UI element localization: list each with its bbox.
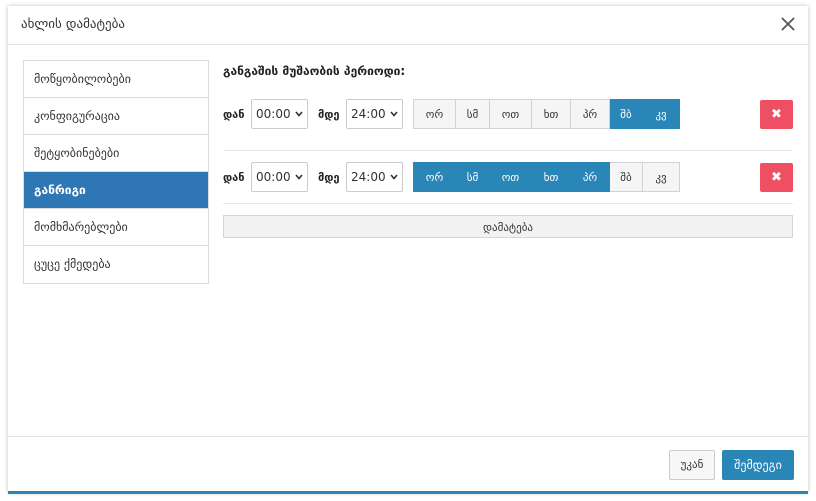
modal-header: ახლის დამატება [8, 6, 808, 45]
from-time-select[interactable]: 00:00 [251, 162, 308, 192]
modal-footer: უკან შემდეგი [8, 436, 808, 494]
sidebar-item-reverse-action[interactable]: ცუცე ქმედება [24, 246, 208, 283]
chevron-down-icon [390, 174, 398, 180]
close-button[interactable] [778, 14, 798, 34]
remove-row-button[interactable]: ✖ [760, 100, 793, 129]
day-toggle-sun[interactable]: კვ [643, 162, 680, 192]
day-toggle-group: ორ სმ ოთ ხთ პრ შბ კვ [413, 162, 680, 192]
section-title: განგაშის მუშაობის პერიოდი: [223, 64, 406, 78]
chevron-down-icon [390, 111, 398, 117]
day-toggle-mon[interactable]: ორ [413, 162, 456, 192]
to-label: მდე [318, 108, 340, 121]
day-toggle-fri[interactable]: პრ [571, 162, 610, 192]
sidebar-item-label: განრიგი [34, 183, 86, 197]
sidebar-menu: მოწყობილობები კონფიგურაცია შეტყობინებები… [23, 60, 209, 284]
chevron-down-icon [295, 174, 303, 180]
sidebar-item-configuration[interactable]: კონფიგურაცია [24, 98, 208, 135]
day-toggle-wed[interactable]: ოთ [490, 99, 532, 129]
day-toggle-tue[interactable]: სმ [456, 162, 490, 192]
from-time-value: 00:00 [256, 107, 291, 121]
sidebar-item-notifications[interactable]: შეტყობინებები [24, 135, 208, 172]
day-toggle-wed[interactable]: ოთ [490, 162, 532, 192]
day-toggle-sat[interactable]: შბ [610, 99, 643, 129]
sidebar-item-label: მოწყობილობები [34, 72, 131, 86]
sidebar-item-label: ცუცე ქმედება [34, 257, 111, 271]
from-label: დან [223, 171, 245, 184]
day-toggle-sat[interactable]: შბ [610, 162, 643, 192]
day-toggle-sun[interactable]: კვ [643, 99, 680, 129]
remove-row-button[interactable]: ✖ [760, 163, 793, 192]
remove-icon: ✖ [771, 170, 782, 185]
remove-icon: ✖ [771, 107, 782, 122]
day-toggle-group: ორ სმ ოთ ხთ პრ შბ კვ [413, 99, 680, 129]
sidebar-item-label: კონფიგურაცია [34, 109, 120, 123]
to-time-value: 24:00 [351, 107, 386, 121]
day-toggle-mon[interactable]: ორ [413, 99, 456, 129]
day-toggle-thu[interactable]: ხთ [532, 99, 571, 129]
sidebar-item-label: შეტყობინებები [34, 146, 120, 160]
close-icon [781, 17, 795, 31]
to-time-value: 24:00 [351, 170, 386, 184]
add-new-modal: ახლის დამატება მოწყობილობები კონფიგურაცი… [8, 6, 808, 494]
to-time-select[interactable]: 24:00 [346, 99, 403, 129]
day-toggle-tue[interactable]: სმ [456, 99, 490, 129]
from-time-value: 00:00 [256, 170, 291, 184]
chevron-down-icon [295, 111, 303, 117]
to-label: მდე [318, 171, 340, 184]
back-button[interactable]: უკან [669, 450, 715, 480]
schedule-row: დან 00:00 მდე 24:00 ორ სმ ოთ ხთ პრ შბ კვ… [223, 99, 793, 151]
from-time-select[interactable]: 00:00 [251, 99, 308, 129]
sidebar-item-devices[interactable]: მოწყობილობები [24, 61, 208, 98]
footer-accent-bar [8, 491, 808, 494]
schedule-row: დან 00:00 მდე 24:00 ორ სმ ოთ ხთ პრ შბ კვ… [223, 151, 793, 204]
sidebar-item-users[interactable]: მომხმარებლები [24, 209, 208, 246]
next-button[interactable]: შემდეგი [722, 450, 794, 480]
to-time-select[interactable]: 24:00 [346, 162, 403, 192]
sidebar-item-label: მომხმარებლები [34, 220, 128, 234]
add-period-button[interactable]: დამატება [223, 215, 793, 238]
from-label: დან [223, 108, 245, 121]
modal-title: ახლის დამატება [21, 17, 125, 32]
day-toggle-fri[interactable]: პრ [571, 99, 610, 129]
sidebar-item-schedule[interactable]: განრიგი [24, 172, 208, 209]
day-toggle-thu[interactable]: ხთ [532, 162, 571, 192]
schedule-panel: განგაშის მუშაობის პერიოდი: დან 00:00 მდე… [223, 60, 793, 238]
